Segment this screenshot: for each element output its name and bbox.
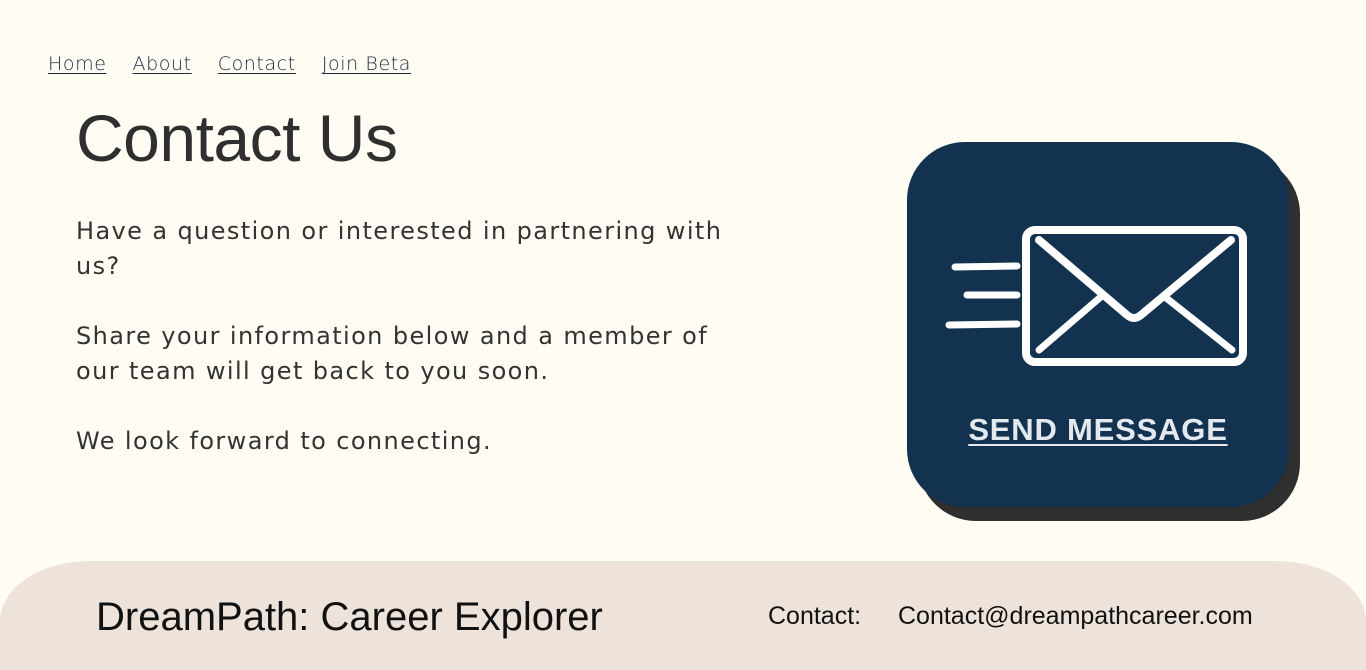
contact-page: Home About Contact Join Beta Contact Us …: [0, 0, 1366, 670]
nav-about-link[interactable]: About: [133, 53, 192, 75]
top-nav: Home About Contact Join Beta: [48, 53, 411, 75]
nav-join-beta-link[interactable]: Join Beta: [322, 53, 411, 75]
intro-paragraph-share-info: Share your information below and a membe…: [76, 322, 709, 385]
footer: DreamPath: Career Explorer Contact: Cont…: [0, 561, 1366, 670]
intro-paragraph-question: Have a question or interested in partner…: [76, 217, 723, 280]
intro-paragraph-closing: We look forward to connecting.: [76, 427, 493, 455]
send-message-button[interactable]: SEND MESSAGE: [907, 142, 1289, 507]
nav-contact-link[interactable]: Contact: [218, 53, 296, 75]
footer-brand-name: DreamPath: Career Explorer: [96, 595, 603, 639]
send-message-label: SEND MESSAGE: [968, 412, 1228, 447]
nav-home-link[interactable]: Home: [48, 53, 107, 75]
page-title: Contact Us: [76, 101, 398, 175]
footer-contact-label: Contact:: [768, 602, 862, 630]
intro-text: Have a question or interested in partner…: [76, 214, 746, 459]
envelope-icon: [945, 226, 1247, 366]
footer-email-link[interactable]: Contact@dreampathcareer.com: [898, 602, 1253, 631]
